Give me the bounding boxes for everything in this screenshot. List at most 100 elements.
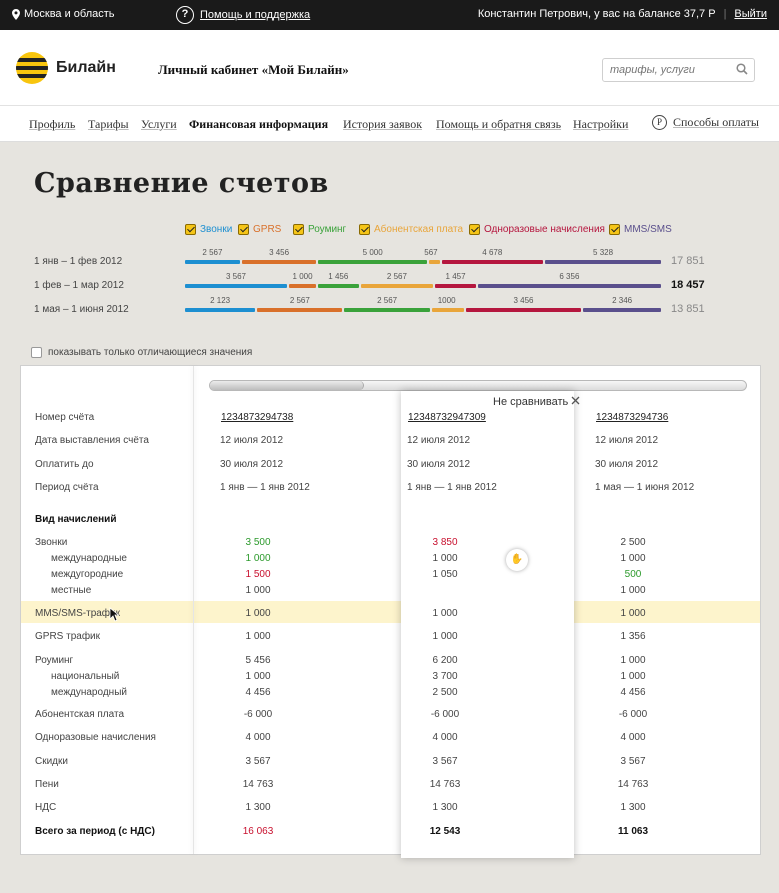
legend-checkbox[interactable]: [609, 224, 620, 235]
legend-item[interactable]: Одноразовые начисления: [469, 224, 605, 235]
bar-value-label: 2 567: [202, 248, 223, 257]
cell-value: 1 янв — 1 янв 2012: [407, 482, 497, 493]
bar-segment: [583, 308, 661, 312]
no-compare-button[interactable]: Не сравнивать: [493, 396, 580, 408]
cell-value: -6 000: [618, 709, 648, 720]
cell-value: 1 000: [620, 671, 646, 682]
cell-value: 1 000: [245, 671, 271, 682]
bar-segment: [185, 284, 287, 288]
account-number-link[interactable]: 12348732947309: [408, 412, 486, 423]
scrollbar-thumb[interactable]: [210, 381, 364, 390]
cell-value: 3 567: [620, 756, 646, 767]
legend-item[interactable]: Роуминг: [293, 224, 346, 235]
user-area: Константин Петрович, у вас на балансе 37…: [478, 8, 767, 20]
nav-item-help[interactable]: Помощь и обратня связь: [436, 117, 561, 132]
nav-item-profile[interactable]: Профиль: [29, 117, 75, 132]
bar-value-label: 2 123: [210, 296, 231, 305]
search-icon[interactable]: [736, 63, 748, 75]
bar-segment: [318, 284, 359, 288]
legend-checkbox[interactable]: [238, 224, 249, 235]
cell-value: 1 000: [432, 553, 458, 564]
account-number-link[interactable]: 1234873294738: [221, 412, 293, 423]
cell-value: 3 567: [245, 756, 271, 767]
legend-checkbox[interactable]: [359, 224, 370, 235]
row-label: MMS/SMS-трафик: [35, 608, 120, 619]
cell-value: 1 356: [620, 631, 646, 642]
cell-value: 14 763: [429, 779, 461, 790]
legend-item[interactable]: Звонки: [185, 224, 232, 235]
legend-checkbox[interactable]: [293, 224, 304, 235]
bar-value-label: 2 567: [289, 296, 310, 305]
nav-item-services[interactable]: Услуги: [141, 117, 177, 132]
cell-value: 1 000: [620, 608, 646, 619]
cell-value: 14 763: [242, 779, 274, 790]
bar-segment: [288, 284, 317, 288]
account-number-link[interactable]: 1234873294736: [596, 412, 668, 423]
horizontal-scrollbar[interactable]: [209, 380, 747, 391]
period-total: 13 851: [671, 303, 705, 315]
cell-value: 14 763: [617, 779, 649, 790]
cell-value: 2 500: [620, 537, 646, 548]
bar-segment: [318, 260, 427, 264]
legend-item[interactable]: Абонентская плата: [359, 224, 463, 235]
cell-value: 1 300: [620, 802, 646, 813]
nav-item-finance[interactable]: Финансовая информация: [189, 117, 328, 132]
logo[interactable]: Билайн: [16, 52, 116, 84]
bar-segment: [435, 284, 476, 288]
nav-item-history[interactable]: История заявок: [343, 117, 422, 132]
legend-item[interactable]: GPRS: [238, 224, 281, 235]
nav-item-tariffs[interactable]: Тарифы: [88, 117, 129, 132]
row-label: НДС: [35, 802, 57, 813]
row-label: Оплатить до: [35, 459, 94, 470]
close-icon[interactable]: [571, 396, 580, 405]
no-compare-label: Не сравнивать: [493, 396, 569, 408]
bar-value-label: 1 000: [292, 272, 313, 281]
legend-checkbox[interactable]: [469, 224, 480, 235]
cell-value: 1 000: [620, 553, 646, 564]
bar-segment: [241, 260, 317, 264]
bar-value-label: 3 456: [269, 248, 290, 257]
only-diff-checkbox[interactable]: [31, 347, 42, 358]
grab-hand-icon[interactable]: ✋: [506, 549, 528, 571]
row-label: Вид начислений: [35, 514, 117, 525]
row-label: Абонентская плата: [35, 709, 125, 720]
cell-value: 4 000: [620, 732, 646, 743]
cell-value: -6 000: [430, 709, 460, 720]
cell-value: 1 янв — 1 янв 2012: [220, 482, 310, 493]
cell-value: 6 200: [432, 655, 458, 666]
nav-item-settings[interactable]: Настройки: [573, 117, 628, 132]
period-label: 1 фев – 1 мар 2012: [34, 280, 124, 291]
only-diff-toggle[interactable]: показывать только отличающиеся значения: [31, 347, 252, 358]
row-label: Одноразовые начисления: [35, 732, 156, 743]
logo-text: Билайн: [56, 59, 116, 76]
region-selector[interactable]: Москва и область: [12, 8, 115, 20]
legend-checkbox[interactable]: [185, 224, 196, 235]
period-row: 1 мая – 1 июня 2012 2 123 2 567 2 567 1000 3 …: [0, 296, 779, 320]
help-link[interactable]: ? Помощь и поддержка: [176, 6, 310, 24]
bar-segment: [465, 308, 582, 312]
search-input[interactable]: [603, 59, 728, 81]
cell-value: 4 000: [245, 732, 271, 743]
cell-value: 1 000: [245, 631, 271, 642]
legend-label: Роуминг: [308, 224, 347, 235]
cell-value: 3 850: [432, 537, 458, 548]
row-label: GPRS трафик: [35, 631, 101, 642]
row-label: международный: [51, 687, 127, 698]
row-label: Номер счёта: [35, 412, 95, 423]
row-label: Всего за период (с НДС): [35, 826, 155, 837]
ruble-icon: Р: [652, 115, 667, 130]
cell-value: 3 567: [432, 756, 458, 767]
row-label: международные: [51, 553, 127, 564]
cell-value: 4 456: [620, 687, 646, 698]
cell-value: 4 000: [432, 732, 458, 743]
payment-methods-link[interactable]: Р Способы оплаты: [652, 115, 759, 130]
bar-segment: [257, 308, 343, 312]
bar-value-label: 2 346: [612, 296, 633, 305]
mouse-pointer-icon: [109, 607, 119, 622]
bar-value-label: 1 456: [328, 272, 349, 281]
cell-value: 12 июля 2012: [220, 435, 284, 446]
logout-link[interactable]: Выйти: [734, 8, 767, 20]
bar-value-label: 5 328: [593, 248, 614, 257]
chart-legend: Звонки GPRS Роуминг Абонентская плата Однора…: [185, 224, 685, 238]
legend-item[interactable]: MMS/SMS: [609, 224, 672, 235]
